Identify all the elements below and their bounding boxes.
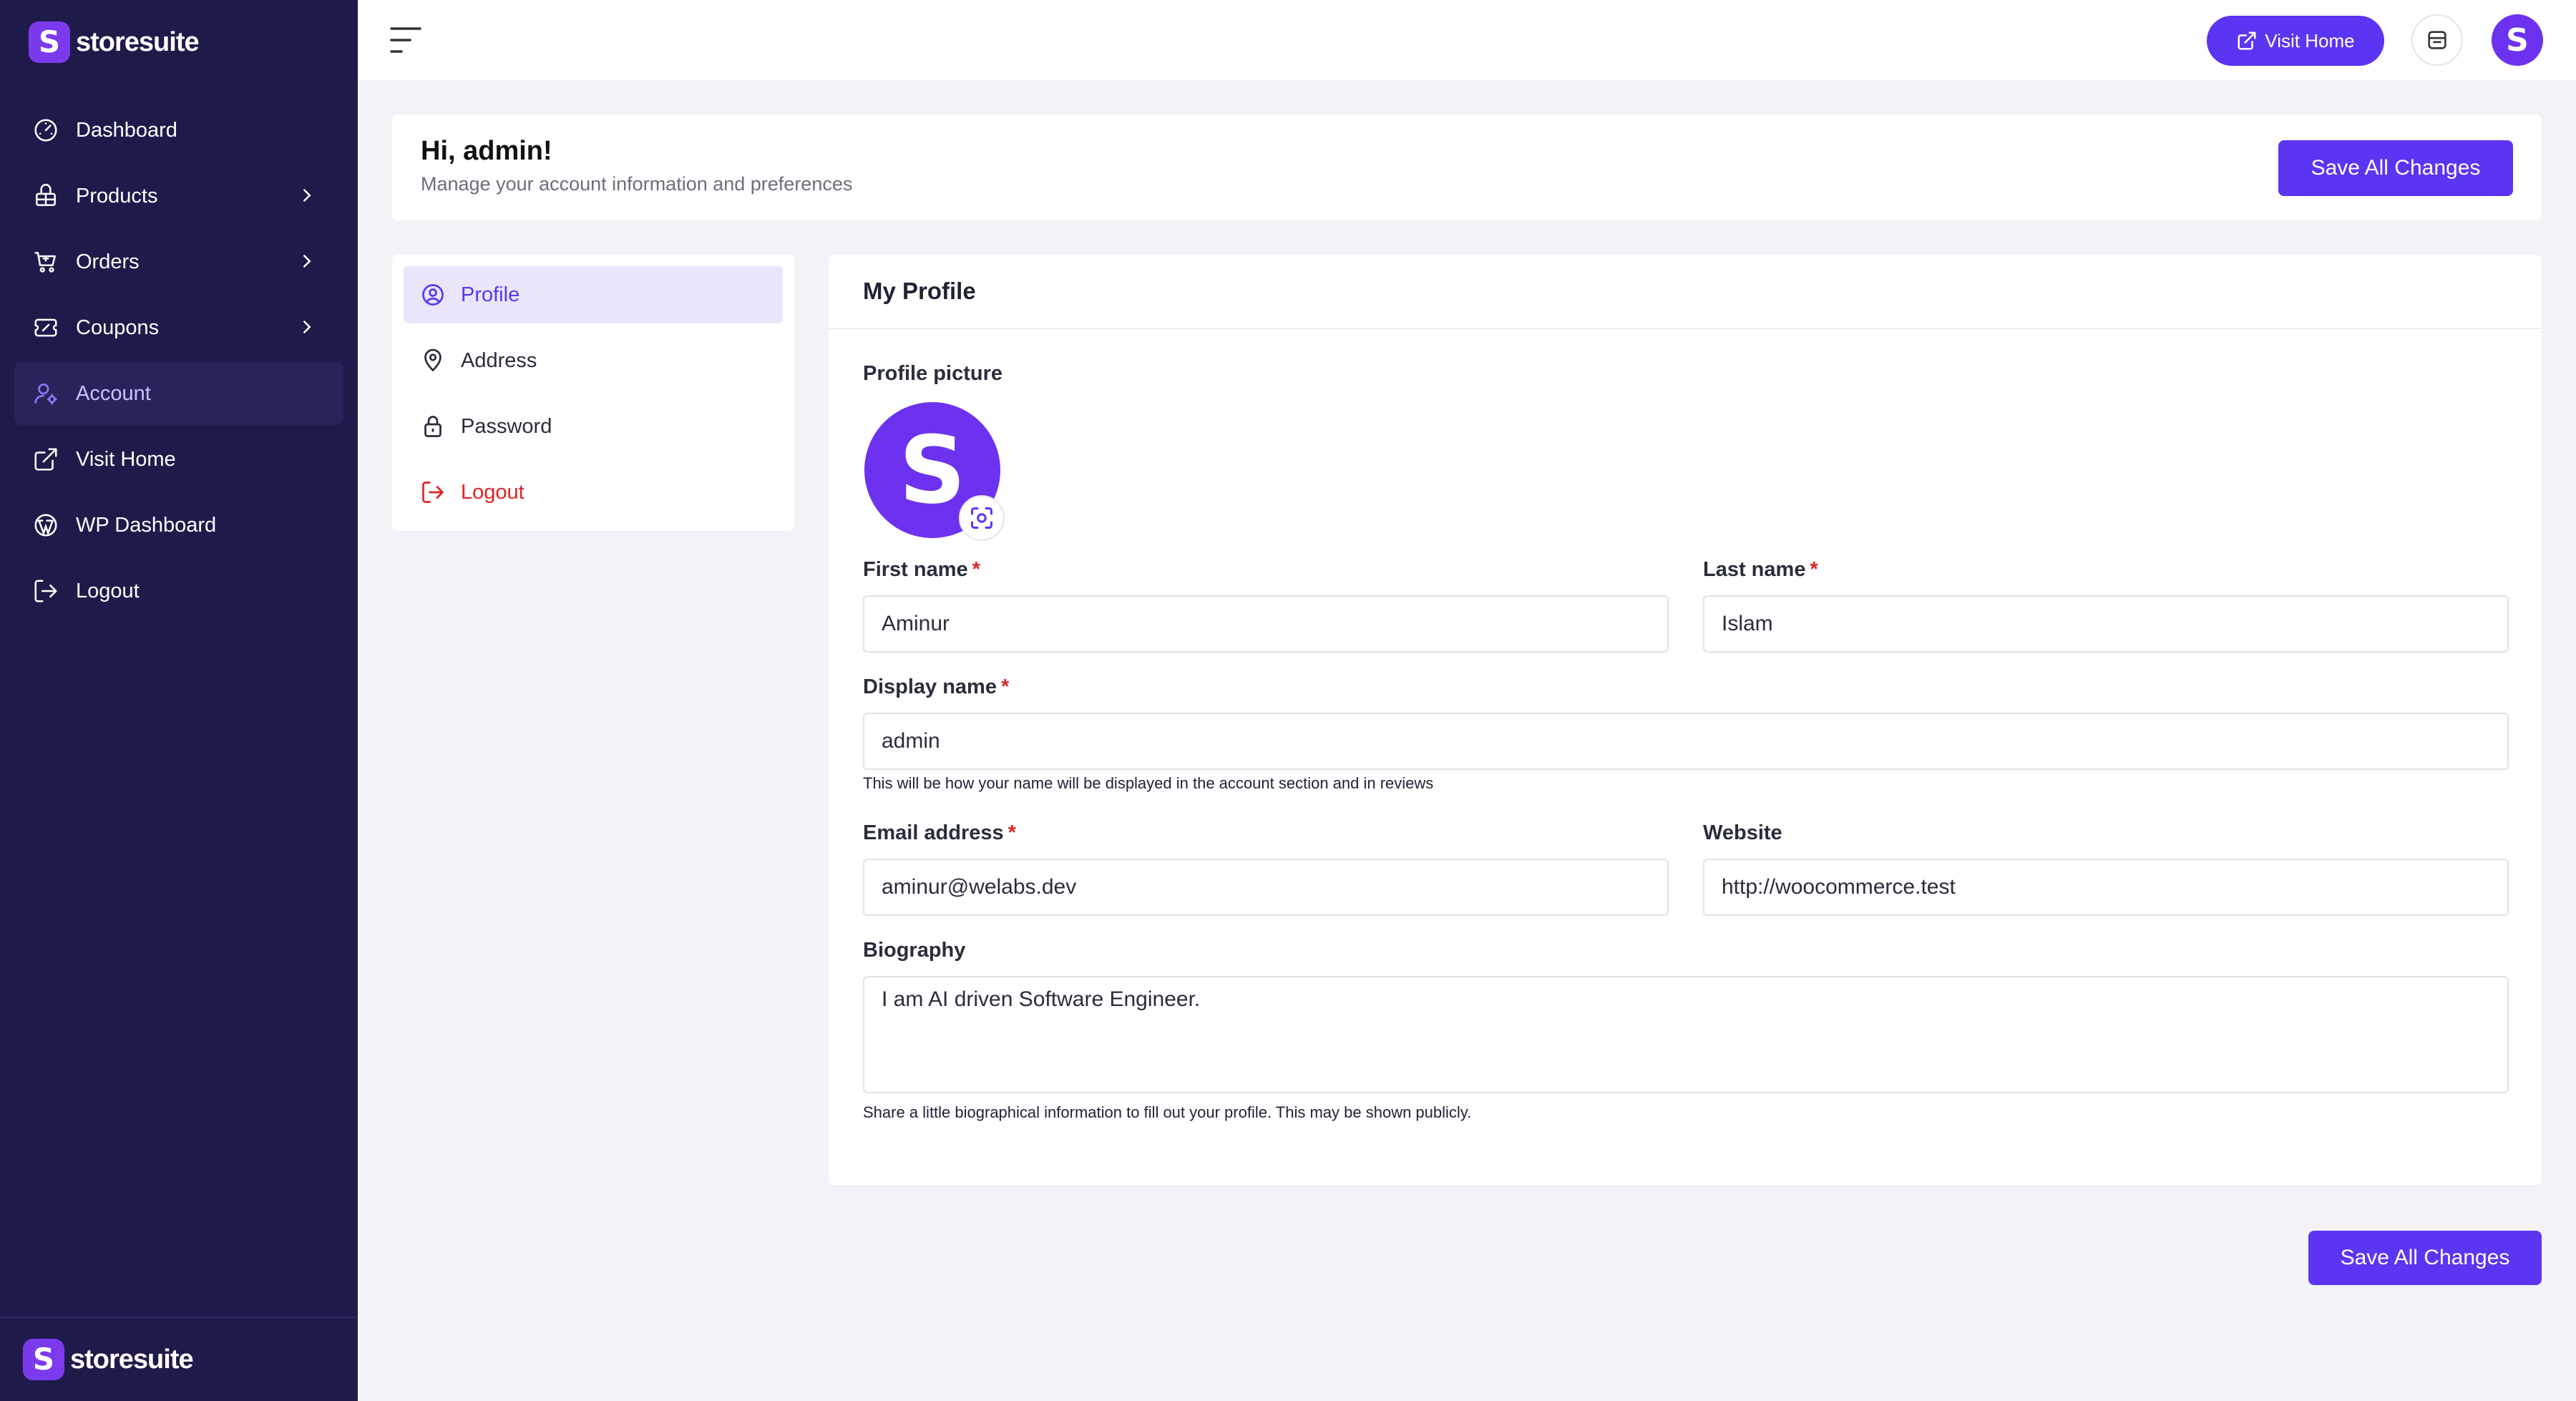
- external-link-icon: [31, 445, 60, 474]
- change-photo-button[interactable]: [959, 495, 1005, 541]
- sidebar-nav: Dashboard Products Orders Coupons Accoun…: [14, 99, 343, 625]
- sidebar-item-wp-dashboard[interactable]: WP Dashboard: [14, 494, 343, 557]
- profile-card-title: My Profile: [829, 255, 2542, 329]
- email-label: Email address *: [863, 821, 1016, 844]
- account-menu-label: Logout: [461, 480, 525, 504]
- sidebar-item-label: Products: [76, 184, 158, 208]
- external-link-icon: [2238, 31, 2256, 50]
- first-name-input[interactable]: Aminur: [863, 595, 1669, 653]
- sidebar-item-account[interactable]: Account: [14, 362, 343, 425]
- logo-icon: S: [29, 21, 70, 63]
- wordpress-icon: [31, 511, 60, 540]
- camera-icon: [971, 507, 992, 529]
- account-menu-password[interactable]: Password: [404, 398, 783, 455]
- sidebar-item-dashboard[interactable]: Dashboard: [14, 99, 343, 162]
- sidebar-item-label: Orders: [76, 250, 140, 273]
- save-all-changes-button[interactable]: Save All Changes: [2278, 140, 2513, 196]
- gauge-icon: [31, 116, 60, 145]
- sidebar-item-label: WP Dashboard: [76, 513, 217, 537]
- save-all-changes-button-bottom[interactable]: Save All Changes: [2308, 1231, 2542, 1285]
- profile-picture-label: Profile picture: [863, 362, 1002, 385]
- user-cog-icon: [31, 379, 60, 408]
- biography-help: Share a little biographical information …: [863, 1103, 1472, 1121]
- brand-name: storesuite: [70, 1344, 194, 1375]
- account-menu-profile[interactable]: Profile: [404, 266, 783, 323]
- last-name-input[interactable]: Islam: [1703, 595, 2509, 653]
- logout-icon: [31, 577, 60, 605]
- store-icon: [2428, 31, 2446, 49]
- page-header: Hi, admin! Manage your account informati…: [392, 114, 2542, 220]
- topbar: Visit Home S: [358, 0, 2576, 80]
- account-menu-label: Password: [461, 414, 552, 438]
- avatar[interactable]: S: [2492, 14, 2543, 66]
- menu-toggle-icon[interactable]: [389, 26, 422, 54]
- lock-icon: [419, 413, 447, 440]
- sidebar-item-label: Visit Home: [76, 447, 176, 471]
- first-name-label: First name *: [863, 558, 980, 581]
- page-subtitle: Manage your account information and pref…: [421, 173, 853, 195]
- brand-name: storesuite: [76, 26, 200, 57]
- chevron-right-icon: [303, 189, 311, 202]
- display-name-input[interactable]: admin: [863, 713, 2509, 770]
- account-menu-label: Profile: [461, 283, 520, 306]
- biography-textarea[interactable]: I am AI driven Software Engineer.: [863, 976, 2509, 1093]
- ticket-icon: [31, 313, 60, 342]
- sidebar-item-orders[interactable]: Orders: [14, 230, 343, 293]
- sidebar-item-label: Dashboard: [76, 118, 177, 142]
- logout-icon: [419, 479, 447, 506]
- website-input[interactable]: http://woocommerce.test: [1703, 859, 2509, 916]
- display-name-label: Display name *: [863, 675, 1010, 698]
- account-menu: Profile Address Password Logout: [392, 255, 794, 531]
- profile-card: My Profile Profile picture S First name *…: [829, 255, 2542, 1185]
- display-name-help: This will be how your name will be displ…: [863, 774, 1434, 792]
- user-circle-icon: [419, 281, 447, 308]
- biography-label: Biography: [863, 939, 966, 962]
- store-button[interactable]: [2411, 14, 2463, 66]
- account-menu-logout[interactable]: Logout: [404, 464, 783, 521]
- email-field[interactable]: aminur@welabs.dev: [863, 859, 1669, 916]
- sidebar-item-products[interactable]: Products: [14, 165, 343, 228]
- sidebar-footer-brand: S storesuite: [0, 1317, 358, 1401]
- sidebar-item-visit-home[interactable]: Visit Home: [14, 428, 343, 491]
- sidebar-item-coupons[interactable]: Coupons: [14, 296, 343, 359]
- visit-home-label: Visit Home: [2265, 29, 2355, 52]
- sidebar-item-label: Coupons: [76, 316, 160, 339]
- sidebar: S storesuite Dashboard Products Orders C…: [0, 0, 358, 1401]
- website-label: Website: [1703, 821, 1782, 844]
- visit-home-button[interactable]: Visit Home: [2207, 16, 2384, 66]
- logo-icon: S: [23, 1339, 64, 1380]
- chevron-right-icon: [303, 321, 311, 333]
- package-icon: [31, 182, 60, 210]
- brand-logo[interactable]: S storesuite: [29, 21, 200, 63]
- cart-icon: [31, 248, 60, 276]
- account-menu-address[interactable]: Address: [404, 332, 783, 389]
- map-pin-icon: [419, 347, 447, 374]
- sidebar-item-logout[interactable]: Logout: [14, 560, 343, 623]
- last-name-label: Last name *: [1703, 558, 1818, 581]
- chevron-right-icon: [303, 255, 311, 268]
- sidebar-item-label: Logout: [76, 579, 140, 602]
- account-menu-label: Address: [461, 348, 537, 372]
- sidebar-item-label: Account: [76, 381, 151, 405]
- page-title: Hi, admin!: [421, 136, 552, 166]
